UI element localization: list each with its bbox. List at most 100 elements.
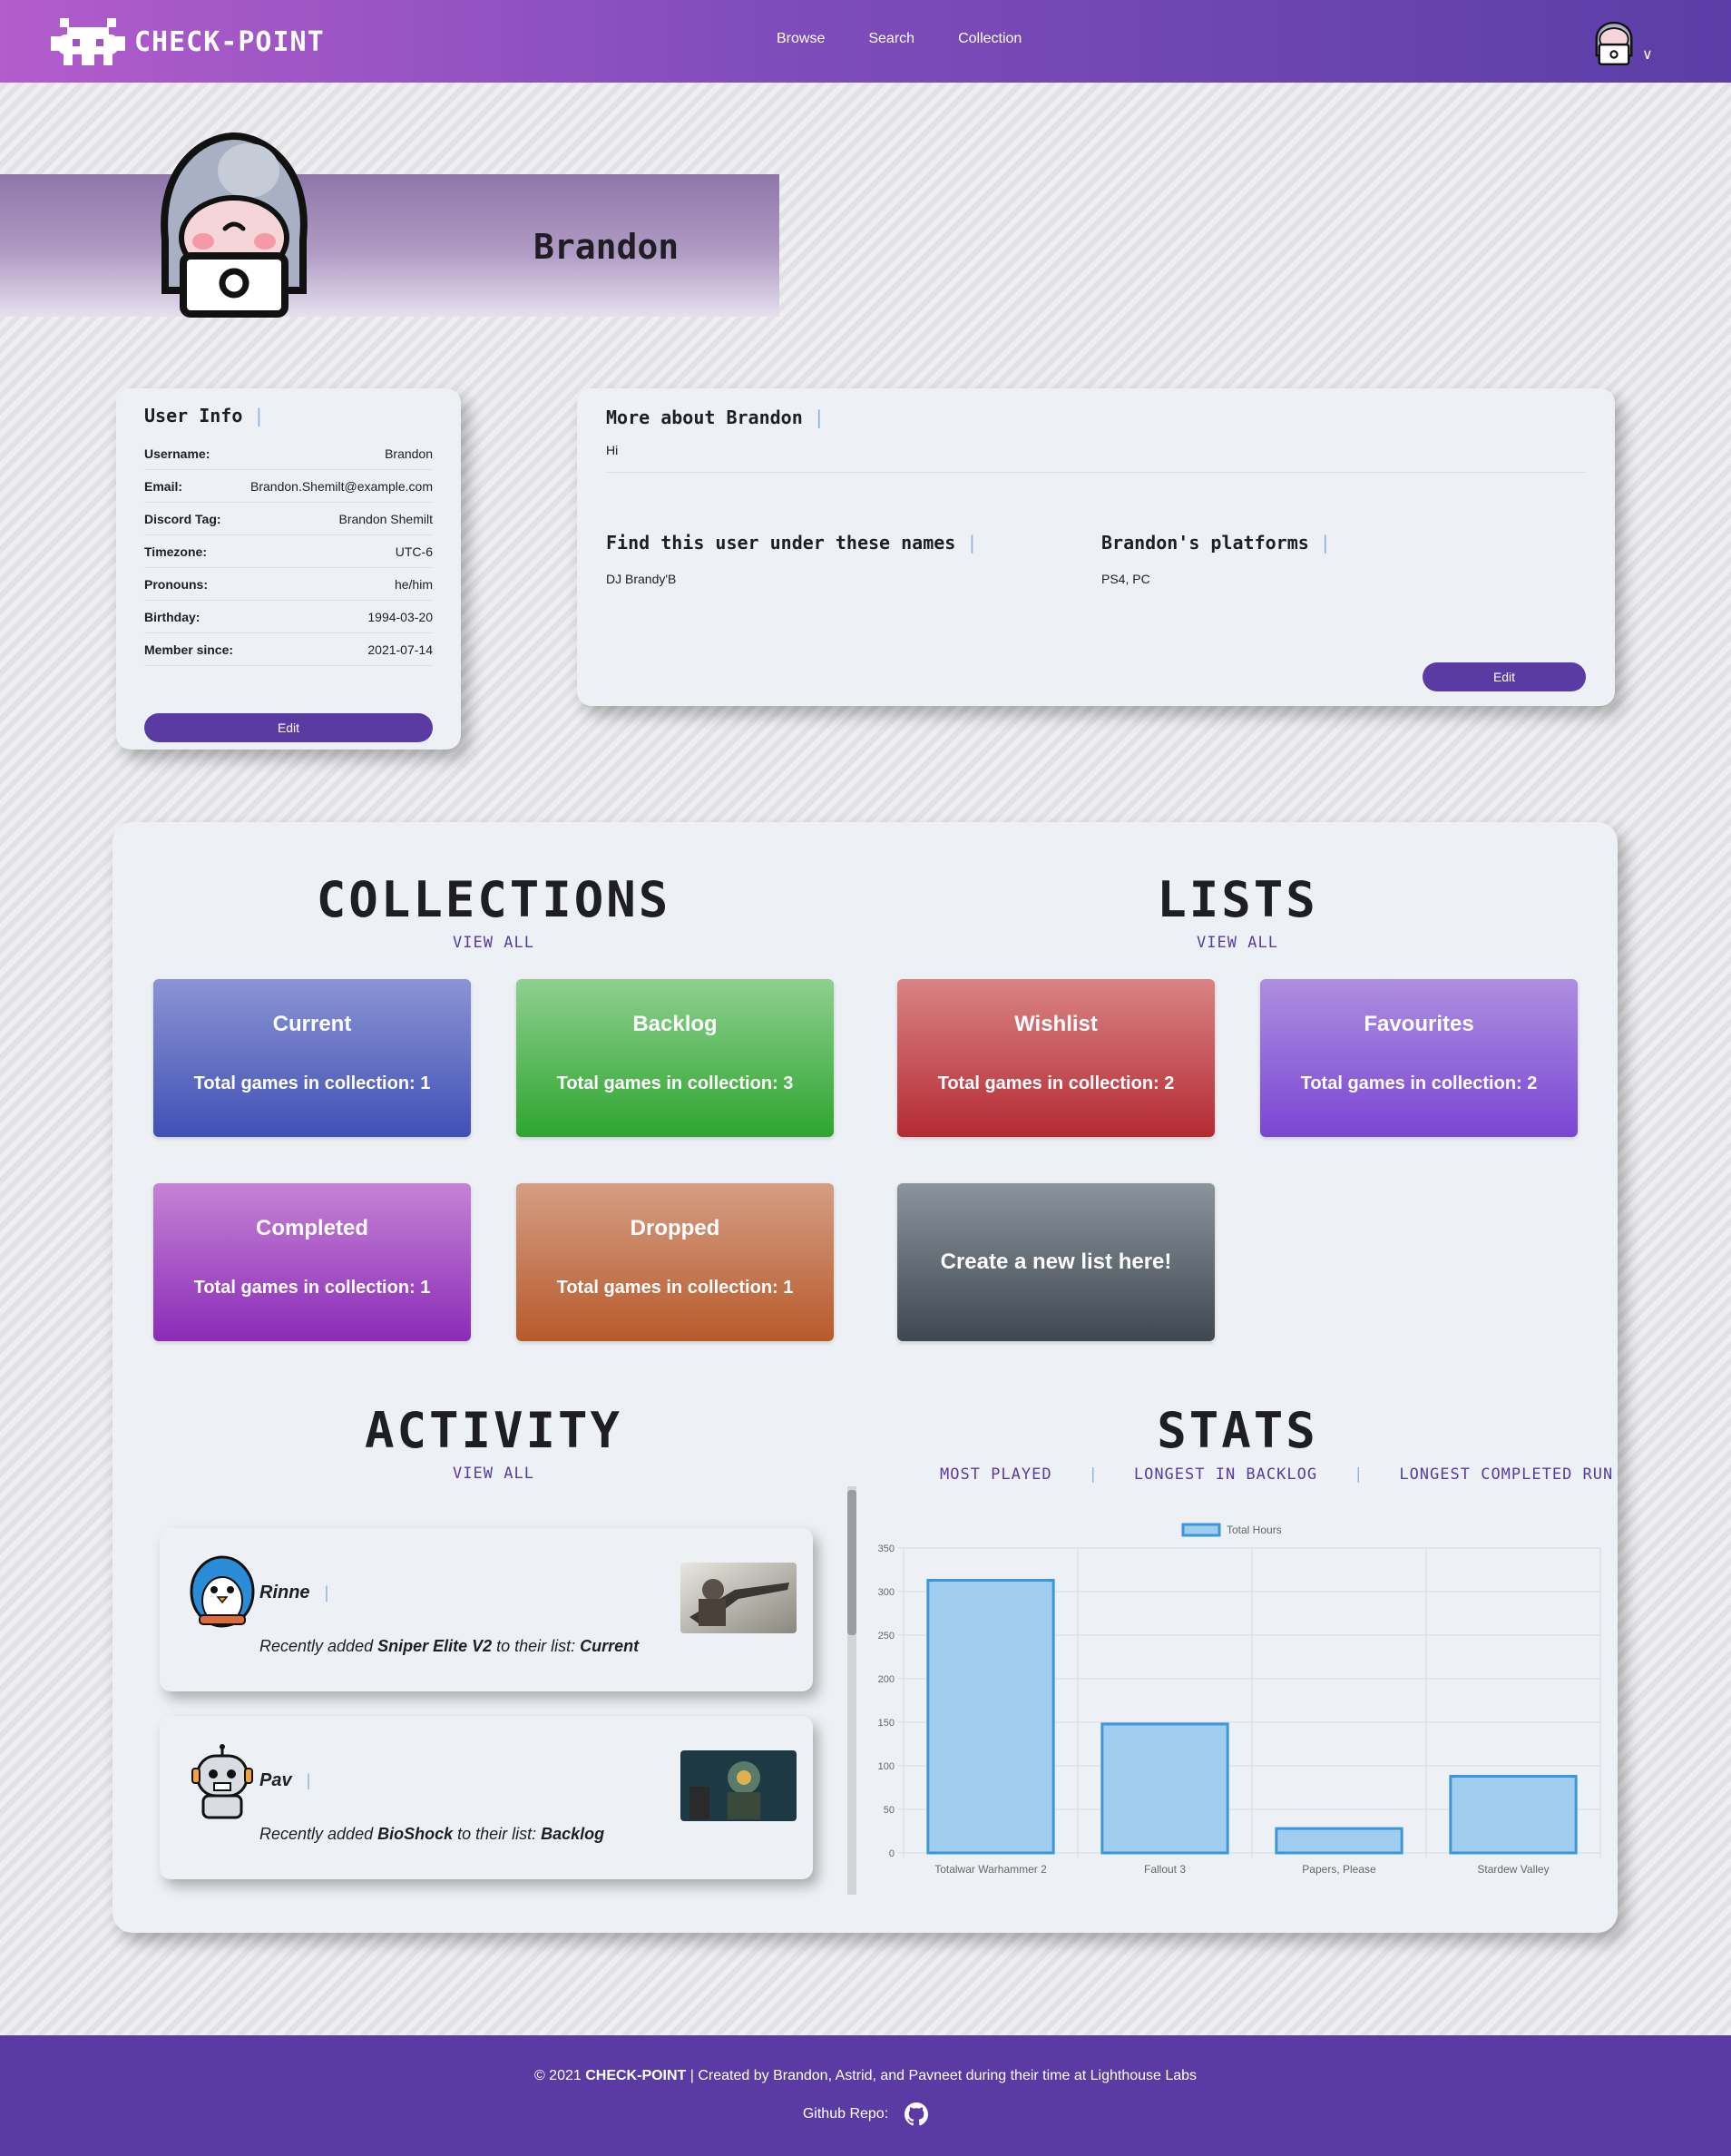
- about-title: More about Brandon: [606, 407, 825, 428]
- y-tick-label: 300: [878, 1587, 895, 1598]
- tab-most-played[interactable]: MOST PLAYED: [940, 1465, 1052, 1484]
- activity-item[interactable]: Pav Recently added BioShock to their lis…: [160, 1716, 813, 1879]
- info-label: Timezone:: [144, 544, 207, 559]
- profile-name: Brandon: [533, 227, 680, 267]
- activity-user[interactable]: Rinne: [259, 1583, 328, 1603]
- info-label: Username:: [144, 446, 210, 461]
- info-label: Discord Tag:: [144, 511, 221, 526]
- activity-text: Recently added BioShock to their list: B…: [259, 1825, 604, 1844]
- user-info-list: Username: Brandon Email: Brandon.Shemilt@ex…: [144, 437, 433, 666]
- space-invader-icon: [51, 18, 125, 65]
- info-label: Member since:: [144, 642, 234, 657]
- edit-about-button[interactable]: Edit: [1423, 662, 1586, 691]
- info-value: Brandon: [385, 446, 433, 461]
- aliases-section: Find this user under these names DJ Bran…: [606, 532, 977, 586]
- penguin-avatar-icon: [190, 1555, 255, 1628]
- tile-name: Wishlist: [1014, 1012, 1098, 1036]
- tab-separator: |: [1354, 1465, 1364, 1484]
- main-nav: Browse Search Collection: [777, 31, 1022, 47]
- y-tick-label: 350: [878, 1544, 895, 1554]
- info-value: Brandon.Shemilt@example.com: [250, 478, 433, 494]
- user-info-row: Member since: 2021-07-14: [144, 633, 433, 666]
- tile-name: Completed: [255, 1216, 368, 1240]
- tile-name: Backlog: [632, 1012, 718, 1036]
- user-info-row: Birthday: 1994-03-20: [144, 601, 433, 633]
- info-value: UTC-6: [395, 544, 433, 559]
- user-info-card: User Info Username: Brandon Email: Brandon.…: [116, 388, 461, 750]
- user-info-row: Timezone: UTC-6: [144, 535, 433, 568]
- game-cover-image[interactable]: [680, 1563, 797, 1633]
- edit-user-info-button[interactable]: Edit: [144, 713, 433, 742]
- activity-text: Recently added Sniper Elite V2 to their …: [259, 1637, 639, 1656]
- info-value: 2021-07-14: [367, 642, 433, 657]
- info-label: Pronouns:: [144, 576, 208, 592]
- about-text: Hi: [606, 443, 1586, 473]
- lists-view-all-link[interactable]: VIEW ALL: [1101, 934, 1374, 952]
- collection-tile-completed[interactable]: Completed Total games in collection: 1: [153, 1183, 471, 1341]
- stats-tabs: MOST PLAYED | LONGEST IN BACKLOG | LONGE…: [940, 1465, 1613, 1484]
- avatar-icon[interactable]: [1588, 9, 1640, 65]
- footer-copyright: © 2021: [533, 2068, 586, 2083]
- y-tick-label: 100: [878, 1761, 895, 1772]
- info-label: Birthday:: [144, 609, 200, 624]
- legend-label: Total Hours: [1227, 1524, 1282, 1536]
- collections-view-all-link[interactable]: VIEW ALL: [357, 934, 630, 952]
- y-tick-label: 150: [878, 1718, 895, 1729]
- nav-link-collection[interactable]: Collection: [958, 31, 1022, 47]
- about-card: More about Brandon Hi Find this user und…: [577, 388, 1615, 706]
- activity-title: ACTIVITY: [364, 1402, 623, 1459]
- info-label: Email:: [144, 478, 183, 494]
- collection-tile-dropped[interactable]: Dropped Total games in collection: 1: [516, 1183, 834, 1341]
- bar: [1449, 1775, 1578, 1855]
- tile-name: Current: [272, 1012, 352, 1036]
- y-tick-label: 250: [878, 1631, 895, 1642]
- list-tile-wishlist[interactable]: Wishlist Total games in collection: 2: [897, 979, 1215, 1137]
- activity-user[interactable]: Pav: [259, 1770, 310, 1791]
- bar-chart: 0 50 100 150 200 250 300 350 Totalwar Warhammer …: [878, 1523, 1601, 1876]
- collection-tile-current[interactable]: Current Total games in collection: 1: [153, 979, 471, 1137]
- tab-longest-in-backlog[interactable]: LONGEST IN BACKLOG: [1134, 1465, 1317, 1484]
- platforms-section: Brandon's platforms PS4, PC: [1101, 532, 1331, 586]
- activity-middle: to their list:: [492, 1637, 581, 1655]
- activity-scrollbar[interactable]: [847, 1486, 856, 1895]
- activity-view-all-link[interactable]: VIEW ALL: [357, 1465, 630, 1483]
- activity-game[interactable]: BioShock: [377, 1825, 453, 1843]
- chevron-down-icon[interactable]: ∨: [1642, 45, 1653, 64]
- game-cover-image[interactable]: [680, 1750, 797, 1821]
- scrollbar-thumb[interactable]: [847, 1490, 856, 1635]
- bar: [926, 1579, 1055, 1855]
- activity-item[interactable]: Rinne Recently added Sniper Elite V2 to …: [160, 1528, 813, 1691]
- legend-swatch: [1181, 1523, 1221, 1537]
- y-tick-label: 50: [884, 1805, 895, 1816]
- activity-list[interactable]: Current: [580, 1637, 639, 1655]
- brand-logo[interactable]: CHECK-POINT: [51, 15, 325, 69]
- tab-separator: |: [1088, 1465, 1098, 1484]
- stats-title: STATS: [1157, 1402, 1318, 1459]
- activity-middle: to their list:: [453, 1825, 542, 1843]
- github-icon[interactable]: [905, 2102, 929, 2126]
- x-tick-label: Stardew Valley: [1477, 1863, 1549, 1876]
- footer: © 2021 CHECK-POINT | Created by Brandon,…: [0, 2035, 1731, 2156]
- nav-link-browse[interactable]: Browse: [777, 31, 825, 47]
- navbar: CHECK-POINT Browse Search Collection ∨: [0, 0, 1731, 83]
- activity-prefix: Recently added: [259, 1825, 378, 1843]
- activity-list[interactable]: Backlog: [541, 1825, 604, 1843]
- tab-longest-completed-run[interactable]: LONGEST COMPLETED RUN: [1399, 1465, 1613, 1484]
- github-label: Github Repo:: [802, 2106, 889, 2122]
- footer-credits: © 2021 CHECK-POINT | Created by Brandon,…: [0, 2068, 1731, 2084]
- platforms-title: Brandon's platforms: [1101, 532, 1331, 554]
- brand-name: CHECK-POINT: [134, 25, 325, 58]
- platforms-value: PS4, PC: [1101, 572, 1150, 586]
- list-tile-favourites[interactable]: Favourites Total games in collection: 2: [1260, 979, 1578, 1137]
- user-info-row: Pronouns: he/him: [144, 568, 433, 601]
- user-info-row: Discord Tag: Brandon Shemilt: [144, 503, 433, 535]
- aliases-title: Find this user under these names: [606, 532, 977, 554]
- activity-game[interactable]: Sniper Elite V2: [377, 1637, 492, 1655]
- collection-tile-backlog[interactable]: Backlog Total games in collection: 3: [516, 979, 834, 1137]
- aliases-value: DJ Brandy'B: [606, 572, 677, 586]
- bar: [1100, 1722, 1229, 1855]
- info-value: Brandon Shemilt: [338, 511, 433, 526]
- create-list-button[interactable]: Create a new list here!: [897, 1183, 1215, 1341]
- tile-name: Dropped: [630, 1216, 720, 1240]
- nav-link-search[interactable]: Search: [868, 31, 914, 47]
